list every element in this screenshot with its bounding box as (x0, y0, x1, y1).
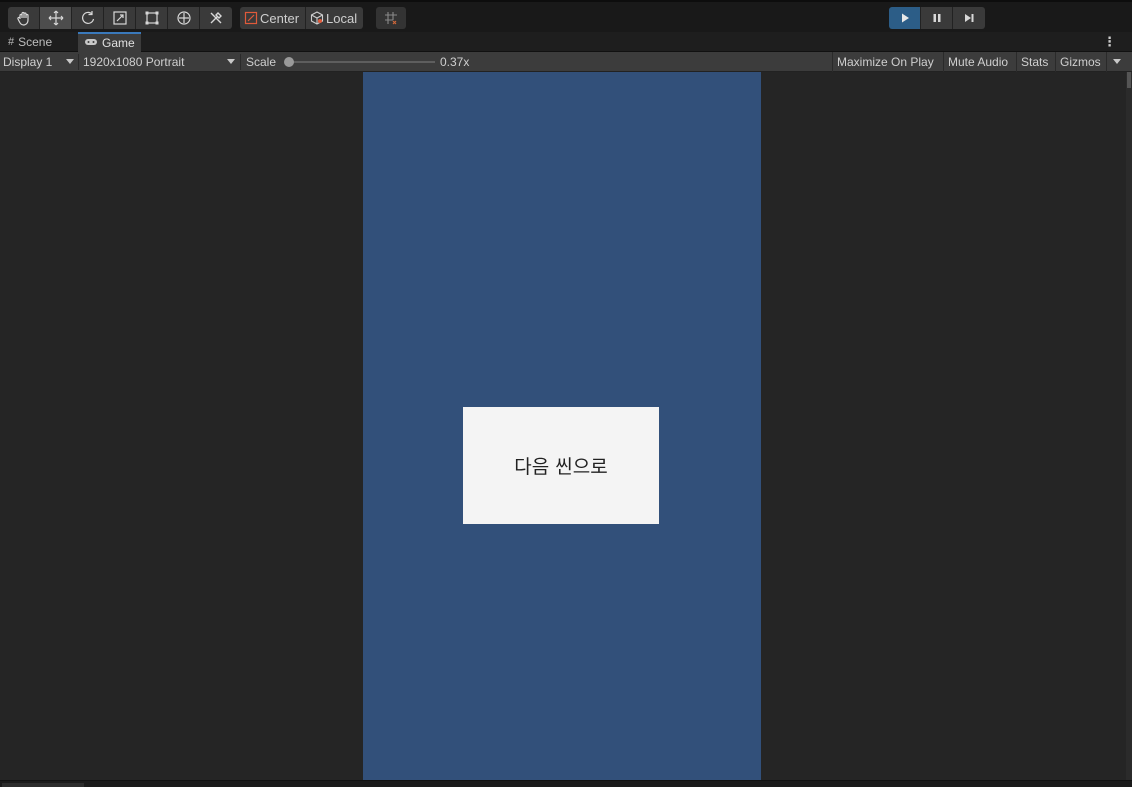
chevron-down-icon (227, 59, 235, 64)
rotate-icon (81, 11, 94, 24)
scale-slider-track[interactable] (289, 61, 435, 63)
playmode-controls (889, 7, 985, 29)
tab-scene-label: Scene (18, 35, 53, 49)
mute-audio-label: Mute Audio (948, 55, 1009, 69)
next-scene-button[interactable]: 다음 씬으로 (463, 407, 659, 524)
pause-button[interactable] (921, 7, 953, 29)
scale-slider-handle[interactable] (284, 57, 294, 67)
gizmos-toggle[interactable]: Gizmos (1055, 52, 1105, 72)
hand-tool-button[interactable] (8, 7, 40, 29)
tab-game-label: Game (102, 36, 135, 50)
game-canvas: 다음 씬으로 (363, 72, 761, 780)
more-options-icon[interactable]: ⋮ (1103, 34, 1116, 50)
rect-transform-icon (145, 11, 158, 25)
pivot-mode-label: Center (260, 10, 300, 26)
maximize-on-play-label: Maximize On Play (837, 55, 934, 69)
pause-icon (933, 14, 940, 22)
grid-snap-icon (385, 12, 397, 25)
stats-label: Stats (1021, 55, 1049, 69)
chevron-down-icon (1113, 59, 1121, 64)
grid-snap-button[interactable] (376, 7, 406, 29)
tab-scene[interactable]: # Scene (2, 32, 58, 52)
transform-tools (8, 7, 232, 29)
pivot-rotation-label: Local (326, 10, 358, 26)
divider (240, 54, 241, 70)
play-button[interactable] (889, 7, 921, 29)
resolution-dropdown[interactable]: 1920x1080 Portrait (79, 52, 239, 72)
tools-icon (210, 12, 222, 24)
scale-value: 0.37x (440, 55, 470, 69)
transform-icon (176, 11, 191, 25)
resolution-dropdown-label: 1920x1080 Portrait (83, 55, 185, 69)
hand-icon (16, 11, 29, 26)
game-viewport[interactable]: 다음 씬으로 (0, 72, 1126, 780)
gamepad-icon (84, 37, 98, 50)
bottom-panel-tab[interactable] (2, 783, 84, 787)
tab-game[interactable]: Game (78, 32, 141, 52)
mute-audio-toggle[interactable]: Mute Audio (943, 52, 1012, 72)
pivot-center-icon (244, 11, 258, 25)
next-scene-button-label: 다음 씬으로 (514, 456, 608, 478)
bottom-panel-strip (0, 780, 1132, 787)
scrollbar-thumb[interactable] (1127, 72, 1131, 88)
viewport-scrollbar[interactable] (1126, 72, 1132, 780)
rotate-tool-button[interactable] (72, 7, 104, 29)
game-view-toolbar: Display 1 1920x1080 Portrait Scale 0.37x… (0, 52, 1132, 72)
display-dropdown-label: Display 1 (3, 55, 53, 69)
step-button[interactable] (953, 7, 985, 29)
move-icon (48, 10, 63, 26)
view-tabbar: # Scene Game ⋮ (0, 32, 1132, 52)
transform-tool-button[interactable] (168, 7, 200, 29)
main-toolbar: Center Local (0, 0, 1132, 32)
pivot-controls: Center Local (240, 7, 364, 29)
play-icon (901, 13, 909, 23)
chevron-down-icon (66, 59, 74, 64)
pivot-rotation-button[interactable]: Local (306, 7, 364, 29)
display-dropdown[interactable]: Display 1 (0, 52, 78, 72)
scale-label: Scale (246, 55, 277, 69)
step-icon (965, 14, 974, 22)
scale-icon (112, 11, 127, 25)
custom-tool-button[interactable] (200, 7, 232, 29)
stats-toggle[interactable]: Stats (1016, 52, 1052, 72)
gizmos-dropdown[interactable] (1106, 52, 1126, 72)
pivot-mode-button[interactable]: Center (240, 7, 307, 29)
maximize-on-play-toggle[interactable]: Maximize On Play (832, 52, 938, 72)
scale-tool-button[interactable] (104, 7, 136, 29)
local-space-icon (310, 11, 324, 25)
move-tool-button[interactable] (40, 7, 72, 29)
grid-icon: # (8, 36, 15, 48)
gizmos-label: Gizmos (1060, 55, 1101, 69)
rect-tool-button[interactable] (136, 7, 168, 29)
